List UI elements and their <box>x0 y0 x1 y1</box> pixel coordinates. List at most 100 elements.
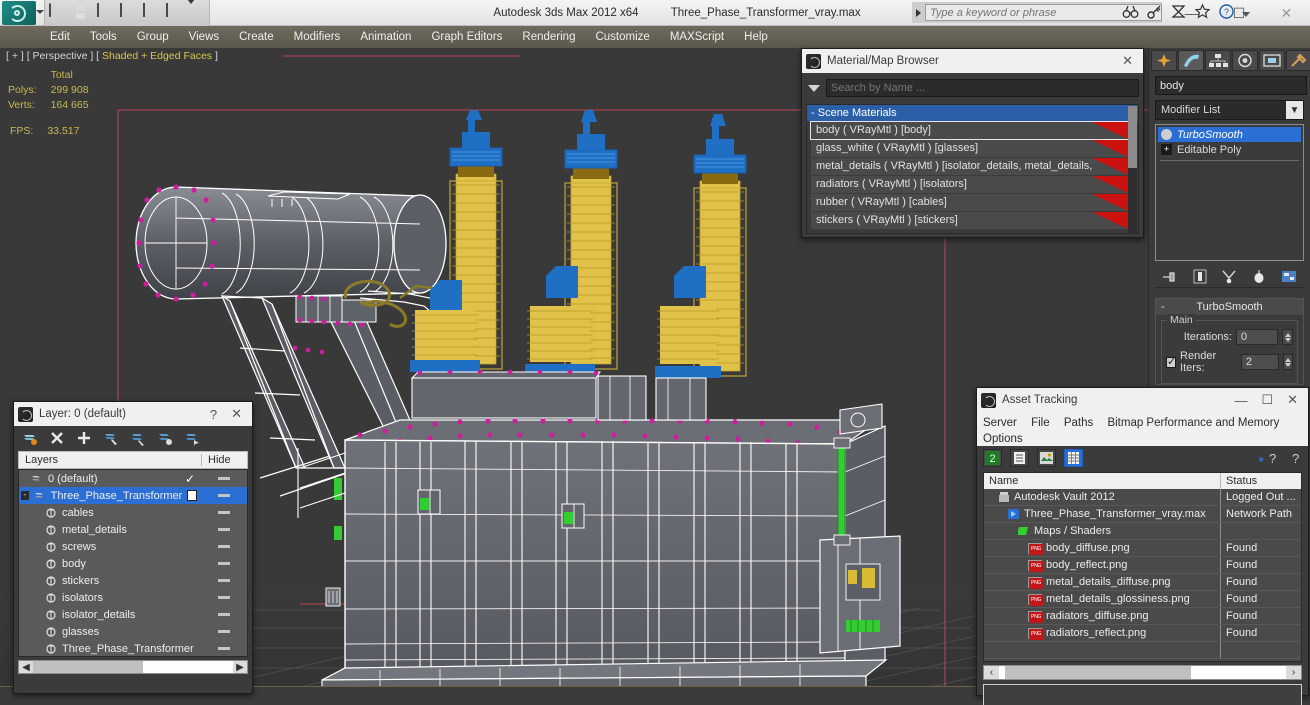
hierarchy-tab[interactable] <box>1205 49 1231 71</box>
asset-row-maps-shaders[interactable]: Maps / Shaders <box>984 523 1301 540</box>
chevron-down-icon[interactable]: ▼ <box>1286 101 1303 119</box>
binoculars-icon[interactable] <box>1122 3 1139 20</box>
layer-row-metal-details[interactable]: metal_details <box>19 521 247 538</box>
material-browser-close-button[interactable]: ✕ <box>1122 53 1133 69</box>
menu-item-help[interactable]: Help <box>734 31 778 43</box>
menu-item-customize[interactable]: Customize <box>585 31 659 43</box>
layer-row-isolator-details[interactable]: isolator_details <box>19 606 247 623</box>
hide-cell[interactable] <box>201 647 247 650</box>
menu-item-animation[interactable]: Animation <box>350 31 421 43</box>
modifier-stack[interactable]: TurboSmooth + Editable Poly <box>1155 124 1304 261</box>
pin-stack-icon[interactable] <box>1161 269 1179 285</box>
render-iters-checkbox[interactable] <box>1166 355 1176 368</box>
asset-maximize-button[interactable]: ☐ <box>1261 392 1273 408</box>
modifier-stack-item-turbosmooth[interactable]: TurboSmooth <box>1158 127 1301 142</box>
conservator-tank[interactable] <box>135 184 447 302</box>
scroll-track[interactable] <box>33 661 233 673</box>
hide-cell[interactable] <box>201 562 247 565</box>
modifier-list-dropdown[interactable]: Modifier List ▼ <box>1155 100 1304 120</box>
asset-scroll-track[interactable] <box>999 666 1286 679</box>
hide-cell[interactable] <box>201 545 247 548</box>
add-layer-icon[interactable] <box>76 430 92 446</box>
hv-bushing-3[interactable] <box>655 114 747 378</box>
layer-dialog-help-button[interactable]: ? <box>210 407 217 422</box>
object-name-input[interactable] <box>1155 76 1307 95</box>
tank-hatch-2[interactable] <box>561 503 585 529</box>
make-unique-icon[interactable] <box>1220 269 1238 285</box>
list-view-icon[interactable] <box>1010 449 1029 467</box>
minimize-button[interactable]: — <box>1168 0 1215 26</box>
layer-row-default[interactable]: 0 (default) ✓ <box>19 470 247 487</box>
asset-row-body-diffuse[interactable]: body_diffuse.png Found <box>984 540 1301 557</box>
scene-materials-group-header[interactable]: - Scene Materials <box>807 105 1138 121</box>
group-collapse-toggle[interactable]: - <box>811 107 815 119</box>
maximize-button[interactable]: ☐ <box>1215 0 1262 26</box>
select-layer-icon[interactable] <box>184 430 200 446</box>
layer-row-three-phase-transformer-object[interactable]: Three_Phase_Transformer <box>19 640 247 656</box>
layer-row-glasses[interactable]: glasses <box>19 623 247 640</box>
plus-expand-icon[interactable]: + <box>1161 144 1172 155</box>
iterations-spinner[interactable] <box>1282 329 1293 345</box>
menu-item-rendering[interactable]: Rendering <box>512 31 585 43</box>
layer-dialog[interactable]: Layer: 0 (default) ? ✕ Layers Hide 0 (de… <box>13 401 253 694</box>
asset-horizontal-scrollbar[interactable]: ‹ › <box>983 665 1302 680</box>
key-icon[interactable] <box>1146 3 1163 20</box>
menu-item-maxscript[interactable]: MAXScript <box>660 31 734 43</box>
asset-grid[interactable]: Name Status Autodesk Vault 2012 Logged O… <box>983 472 1302 662</box>
menu-item-views[interactable]: Views <box>179 31 229 43</box>
layer-dialog-close-button[interactable]: ✕ <box>231 406 242 422</box>
asset-tracking-titlebar[interactable]: Asset Tracking — ☐ ✕ <box>977 388 1308 412</box>
asset-scroll-left-icon[interactable]: ‹ <box>984 667 999 678</box>
hide-cell[interactable] <box>201 477 247 480</box>
material-map-browser-dialog[interactable]: Material/Map Browser ✕ - Scene Materials… <box>801 48 1144 238</box>
asset-name-column-header[interactable]: Name <box>984 473 1221 489</box>
thumbnail-view-icon[interactable] <box>1037 449 1056 467</box>
help-icon[interactable]: ? <box>1285 450 1302 466</box>
refresh-icon[interactable]: 2 <box>983 449 1002 467</box>
layer-horizontal-scrollbar[interactable]: ◀ ▶ <box>18 660 248 674</box>
asset-menu-options[interactable]: Options <box>983 431 1291 447</box>
new-layer-icon[interactable] <box>22 430 38 446</box>
material-item-stickers[interactable]: stickers ( VRayMtl ) [stickers] <box>811 212 1128 229</box>
help-add-icon[interactable]: ? <box>1259 450 1276 466</box>
scene-materials-list[interactable]: - Scene Materials body ( VRayMtl ) [body… <box>806 104 1139 234</box>
layer-dialog-titlebar[interactable]: Layer: 0 (default) ? ✕ <box>14 402 252 426</box>
menu-item-edit[interactable]: Edit <box>40 31 80 43</box>
render-iters-spinner[interactable] <box>1282 354 1293 370</box>
asset-row-radiators-diffuse[interactable]: radiators_diffuse.png Found <box>984 608 1301 625</box>
hide-cell[interactable] <box>201 494 247 497</box>
asset-row-body-reflect[interactable]: body_reflect.png Found <box>984 557 1301 574</box>
add-selection-icon[interactable] <box>157 430 173 446</box>
tank-hatch-1[interactable] <box>417 489 441 515</box>
material-item-metal-details[interactable]: metal_details ( VRayMtl ) [isolator_deta… <box>811 158 1128 175</box>
select-objects-icon[interactable] <box>103 430 119 446</box>
hide-cell[interactable] <box>201 511 247 514</box>
layer-row-body[interactable]: body <box>19 555 247 572</box>
menu-item-group[interactable]: Group <box>127 31 179 43</box>
hide-cell[interactable] <box>201 579 247 582</box>
hide-cell[interactable] <box>201 613 247 616</box>
asset-tracking-dialog[interactable]: Asset Tracking — ☐ ✕ Server File Paths B… <box>976 387 1309 705</box>
material-item-body[interactable]: body ( VRayMtl ) [body] <box>810 121 1129 140</box>
rollout-header[interactable]: - TurboSmooth <box>1156 299 1303 315</box>
asset-row-max-file[interactable]: Three_Phase_Transformer_vray.max Network… <box>984 506 1301 523</box>
render-iters-value[interactable]: 2 <box>1240 354 1279 370</box>
close-button[interactable]: ✕ <box>1263 0 1310 26</box>
iterations-value[interactable]: 0 <box>1236 329 1278 345</box>
asset-menu-paths[interactable]: Paths <box>1064 417 1093 429</box>
delete-layer-icon[interactable] <box>49 430 65 446</box>
asset-menu-file[interactable]: File <box>1031 417 1050 429</box>
hv-bushing-2[interactable] <box>525 110 618 376</box>
hide-cell[interactable] <box>201 630 247 633</box>
material-list-scrollbar[interactable] <box>1128 106 1137 233</box>
scroll-left-arrow-icon[interactable]: ◀ <box>19 662 33 673</box>
search-expand-icon[interactable] <box>916 8 921 17</box>
lightbulb-icon[interactable] <box>1161 129 1172 140</box>
asset-row-metal-details-diffuse[interactable]: metal_details_diffuse.png Found <box>984 574 1301 591</box>
asset-close-button[interactable]: ✕ <box>1287 392 1298 408</box>
layer-row-cables[interactable]: cables <box>19 504 247 521</box>
material-item-radiators[interactable]: radiators ( VRayMtl ) [isolators] <box>811 176 1128 193</box>
hide-cell[interactable] <box>201 528 247 531</box>
menu-item-modifiers[interactable]: Modifiers <box>284 31 351 43</box>
hide-cell[interactable] <box>201 596 247 599</box>
